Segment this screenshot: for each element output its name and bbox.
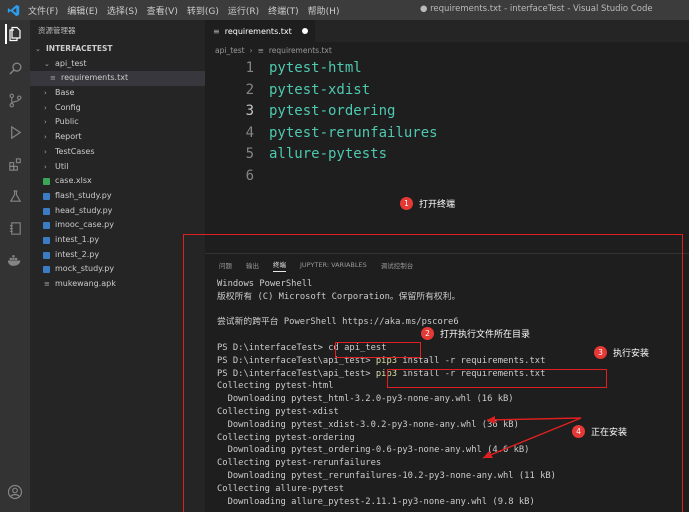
chevron-right-icon: ›	[44, 133, 47, 142]
python-file-icon	[43, 192, 50, 200]
editor-tabs: ≡ requirements.txt	[205, 20, 689, 42]
python-file-icon	[43, 251, 50, 259]
tree-folder-testcases[interactable]: › TestCases	[30, 145, 205, 160]
breadcrumb-folder[interactable]: api_test	[215, 46, 245, 55]
tree-file-requirements[interactable]: ≡ requirements.txt	[30, 71, 205, 87]
code-line: 5 allure-pytests	[245, 146, 388, 162]
annotation-open-terminal: 1 打开终端	[400, 197, 455, 210]
tree-file-py[interactable]: intest_2.py	[30, 248, 205, 263]
docker-icon[interactable]	[5, 250, 25, 270]
tab-label: requirements.txt	[224, 26, 292, 36]
chevron-right-icon: ›	[44, 147, 47, 156]
step-badge: 1	[400, 197, 413, 210]
highlight-box-cd	[335, 342, 421, 358]
tree-file-apk[interactable]: ≡ mukewang.apk	[30, 277, 205, 292]
editor-area: ≡ requirements.txt api_test › ≡ requirem…	[183, 20, 689, 512]
code-line: 6	[245, 167, 254, 184]
tree-file-py[interactable]: intest_1.py	[30, 233, 205, 248]
vscode-logo-icon	[0, 4, 26, 17]
code-line: 1 pytest-html	[245, 60, 362, 76]
chevron-right-icon: ›	[44, 118, 47, 127]
code-editor[interactable]: 1 pytest-html 2 pytest-xdist 3 pytest-order…	[205, 58, 689, 187]
tree-file-case-xlsx[interactable]: case.xlsx	[30, 174, 205, 189]
python-file-icon	[43, 266, 50, 274]
explorer-icon[interactable]	[5, 24, 25, 44]
tree-file-py[interactable]: imooc_case.py	[30, 218, 205, 233]
tree-folder-util[interactable]: › Util	[30, 160, 205, 175]
breadcrumb: api_test › ≡ requirements.txt	[205, 42, 689, 58]
highlight-box-pip-install	[387, 369, 607, 388]
tree-file-py[interactable]: head_study.py	[30, 204, 205, 219]
excel-file-icon	[43, 178, 50, 186]
code-line: 2 pytest-xdist	[245, 81, 371, 98]
text-file-icon: ≡	[50, 74, 56, 83]
notebook-icon[interactable]	[5, 218, 25, 238]
menu-help[interactable]: 帮助(H)	[308, 4, 340, 17]
breadcrumb-file[interactable]: requirements.txt	[269, 46, 332, 55]
code-line: 4 pytest-rerunfailures	[245, 124, 438, 141]
annotation-open-dir: 2 打开执行文件所在目录	[421, 327, 530, 340]
activity-bar	[0, 20, 30, 512]
chevron-right-icon: ›	[44, 89, 47, 98]
menu-go[interactable]: 转到(G)	[187, 4, 219, 17]
menu-selection[interactable]: 选择(S)	[107, 4, 138, 17]
python-file-icon	[43, 207, 50, 215]
tree-folder-base[interactable]: › Base	[30, 86, 205, 101]
project-root[interactable]: ⌄ INTERFACETEST	[30, 42, 205, 57]
tab-requirements[interactable]: ≡ requirements.txt	[205, 20, 315, 42]
explorer-sidebar: 资源管理器 ⌄ INTERFACETEST ⌄ api_test ≡ requi…	[30, 20, 205, 512]
tree-folder-public[interactable]: › Public	[30, 115, 205, 130]
tree-folder-api-test[interactable]: ⌄ api_test	[30, 57, 205, 72]
menu-run[interactable]: 运行(R)	[228, 4, 259, 17]
chevron-down-icon: ⌄	[35, 45, 41, 53]
step-badge: 2	[421, 327, 434, 340]
tree-file-py[interactable]: flash_study.py	[30, 189, 205, 204]
tree-folder-config[interactable]: › Config	[30, 101, 205, 116]
menu-bar: 文件(F) 编辑(E) 选择(S) 查看(V) 转到(G) 运行(R) 终端(T…	[28, 4, 339, 17]
chevron-right-icon: ›	[44, 103, 47, 112]
chevron-down-icon: ⌄	[44, 59, 50, 68]
text-file-icon: ≡	[213, 26, 220, 36]
chevron-right-icon: ›	[249, 45, 253, 55]
code-line: 3 pytest-ordering	[245, 103, 396, 119]
vscode-window: 文件(F) 编辑(E) 选择(S) 查看(V) 转到(G) 运行(R) 终端(T…	[0, 0, 689, 512]
annotation-run-install: 3 执行安装	[594, 346, 649, 359]
unsaved-dot-icon[interactable]	[301, 28, 308, 34]
arrow-icon	[482, 416, 582, 459]
explorer-header: 资源管理器	[38, 26, 76, 35]
run-debug-icon[interactable]	[5, 122, 25, 142]
window-title: ● requirements.txt - interfaceTest - Vis…	[420, 4, 653, 14]
menu-file[interactable]: 文件(F)	[28, 4, 58, 17]
python-file-icon	[43, 236, 50, 244]
generic-file-icon: ≡	[44, 280, 50, 288]
menu-edit[interactable]: 编辑(E)	[67, 4, 98, 17]
source-control-icon[interactable]	[5, 90, 25, 110]
account-icon[interactable]	[5, 482, 25, 502]
menu-view[interactable]: 查看(V)	[147, 4, 178, 17]
chevron-right-icon: ›	[44, 162, 47, 171]
extensions-icon[interactable]	[5, 154, 25, 174]
tree-file-py[interactable]: mock_study.py	[30, 262, 205, 277]
python-file-icon	[43, 222, 50, 230]
title-bar: 文件(F) 编辑(E) 选择(S) 查看(V) 转到(G) 运行(R) 终端(T…	[0, 0, 689, 20]
menu-terminal[interactable]: 终端(T)	[268, 4, 299, 17]
tree-folder-report[interactable]: › Report	[30, 130, 205, 145]
step-badge: 3	[594, 346, 607, 359]
testing-flask-icon[interactable]	[5, 186, 25, 206]
search-icon[interactable]	[5, 58, 25, 78]
text-file-icon: ≡	[257, 45, 264, 55]
